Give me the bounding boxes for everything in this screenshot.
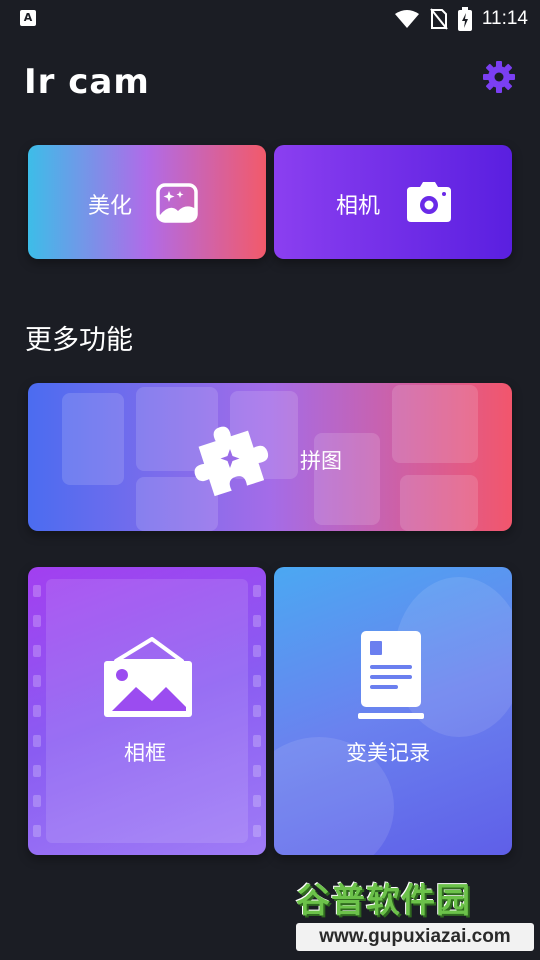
watermark: 谷普软件园 www.gupuxiazai.com — [294, 873, 538, 957]
battery-charging-icon — [457, 7, 472, 31]
background-photo — [392, 385, 478, 463]
puzzle-card[interactable]: 拼图 — [28, 383, 512, 531]
camera-label: 相机 — [336, 194, 381, 219]
status-app-badge: A — [20, 10, 36, 26]
status-right-group: 11:14 — [394, 6, 528, 32]
status-bar: A 11:14 — [0, 0, 540, 38]
gear-icon[interactable] — [482, 60, 516, 94]
frame-card[interactable]: 相框 — [28, 567, 266, 855]
film-strip — [28, 567, 46, 855]
photo-frame-icon — [104, 637, 192, 717]
puzzle-icon — [194, 426, 269, 497]
frame-label: 相框 — [124, 741, 166, 765]
camera-icon — [407, 182, 451, 222]
camera-card[interactable]: 相机 — [274, 145, 512, 259]
puzzle-label: 拼图 — [300, 449, 342, 473]
no-sim-icon — [430, 8, 448, 30]
section-title: 更多功能 — [25, 325, 133, 356]
watermark-logo: 谷普软件园 — [296, 881, 471, 921]
document-icon — [358, 631, 424, 719]
status-time: 11:14 — [481, 8, 528, 29]
record-label: 变美记录 — [346, 741, 430, 765]
background-photo — [62, 393, 124, 485]
record-card[interactable]: 变美记录 — [274, 567, 512, 855]
watermark-url: www.gupuxiazai.com — [296, 923, 534, 951]
image-sparkle-icon — [156, 183, 198, 223]
wifi-icon — [394, 10, 419, 28]
beautify-label: 美化 — [88, 194, 133, 219]
film-strip — [248, 567, 266, 855]
app-title: Ir cam — [24, 62, 150, 102]
beautify-card[interactable]: 美化 — [28, 145, 266, 259]
background-photo — [400, 475, 478, 531]
